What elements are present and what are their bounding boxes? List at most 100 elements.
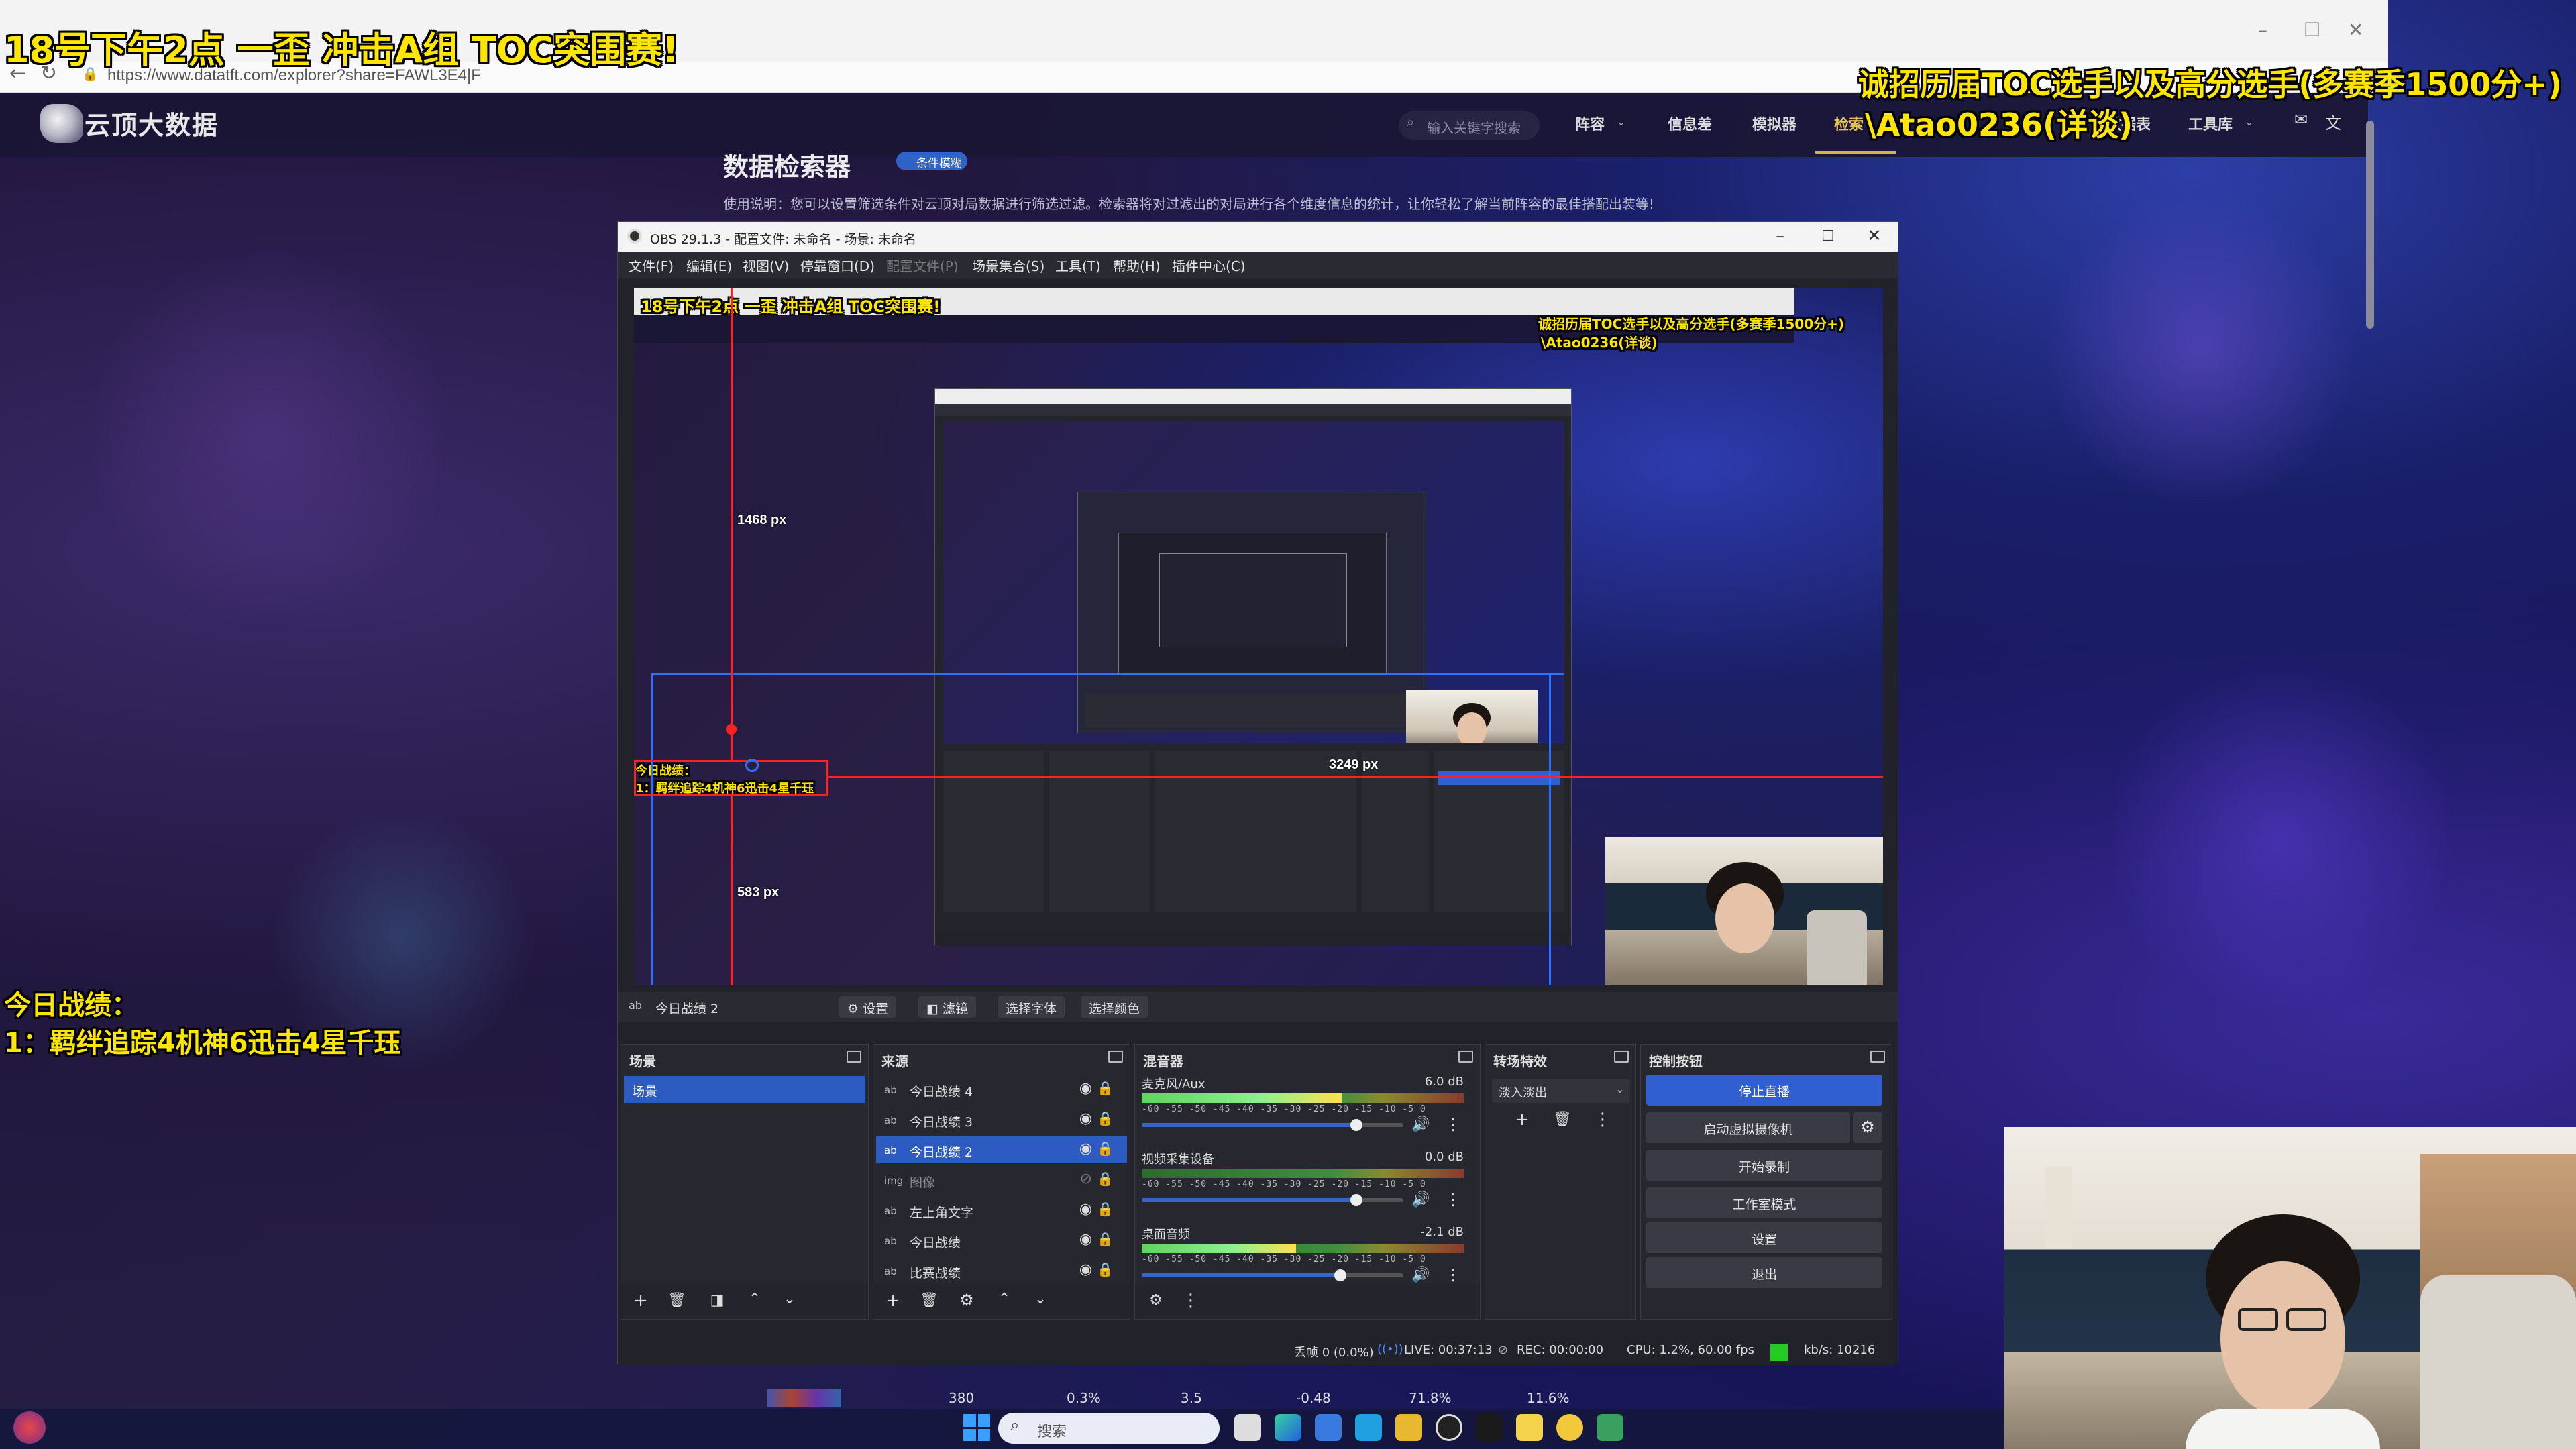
taskbar-app-icon[interactable]: [1355, 1414, 1382, 1441]
taskbar-search[interactable]: 搜索: [998, 1413, 1220, 1444]
nav-item-search[interactable]: 检索: [1834, 113, 1864, 134]
volume-slider-knob[interactable]: [1350, 1194, 1362, 1206]
lock-icon[interactable]: 🔒: [1097, 1110, 1114, 1126]
menu-file[interactable]: 文件(F): [629, 256, 674, 275]
start-recording-button[interactable]: 开始录制: [1646, 1150, 1882, 1181]
move-down-icon[interactable]: ⌄: [778, 1291, 801, 1312]
source-item[interactable]: ab 今日战绩 3 ◉ 🔒: [876, 1106, 1127, 1133]
nav-item-lineup[interactable]: 阵容: [1575, 113, 1605, 134]
weather-icon[interactable]: [13, 1411, 46, 1444]
fuzzy-toggle[interactable]: 条件模糊: [896, 152, 967, 170]
undock-icon[interactable]: [1108, 1051, 1123, 1063]
maximize-icon[interactable]: ☐: [2304, 19, 2320, 41]
obs-minimize-icon[interactable]: –: [1776, 226, 1784, 246]
taskbar-app-icon[interactable]: [1234, 1414, 1261, 1441]
taskbar-app-icon[interactable]: [1315, 1414, 1342, 1441]
menu-edit[interactable]: 编辑(E): [686, 256, 732, 275]
folder-icon[interactable]: [1395, 1414, 1422, 1441]
undock-icon[interactable]: [1458, 1051, 1473, 1063]
scene-item[interactable]: 场景: [624, 1076, 865, 1103]
add-icon[interactable]: +: [881, 1291, 904, 1312]
add-icon[interactable]: +: [629, 1291, 652, 1312]
site-search-input[interactable]: 输入关键字搜索: [1399, 111, 1540, 140]
volume-slider-knob[interactable]: [1334, 1269, 1346, 1281]
edge-icon[interactable]: [1275, 1414, 1301, 1441]
nav-item-info[interactable]: 信息差: [1668, 113, 1712, 134]
taskbar-app-icon[interactable]: [1476, 1414, 1503, 1441]
add-icon[interactable]: +: [1511, 1110, 1534, 1131]
exit-button[interactable]: 退出: [1646, 1257, 1882, 1288]
source-item-selected[interactable]: ab 今日战绩 2 ◉ 🔒: [876, 1136, 1127, 1163]
menu-tools[interactable]: 工具(T): [1055, 256, 1101, 275]
eye-icon[interactable]: ◉: [1079, 1080, 1092, 1097]
gear-icon[interactable]: ⚙: [1853, 1112, 1882, 1143]
undock-icon[interactable]: [847, 1051, 861, 1063]
page-scrollbar[interactable]: [2366, 121, 2374, 329]
volume-slider-knob[interactable]: [1350, 1119, 1362, 1131]
menu-help[interactable]: 帮助(H): [1113, 256, 1161, 275]
speaker-icon[interactable]: 🔊: [1411, 1191, 1430, 1208]
stop-streaming-button[interactable]: 停止直播: [1646, 1075, 1882, 1106]
move-up-icon[interactable]: ⌃: [993, 1291, 1016, 1312]
lock-icon[interactable]: 🔒: [1097, 1140, 1114, 1157]
mail-icon[interactable]: ✉: [2294, 110, 2308, 129]
undock-icon[interactable]: [1870, 1051, 1885, 1063]
settings-button[interactable]: 设置: [1646, 1222, 1882, 1253]
menu-profile[interactable]: 配置文件(P): [886, 256, 959, 275]
more-options-icon[interactable]: ⋮: [1445, 1265, 1461, 1284]
taskbar-app-icon[interactable]: [1597, 1414, 1623, 1441]
undock-icon[interactable]: [1614, 1051, 1629, 1063]
eye-icon[interactable]: ◉: [1079, 1110, 1092, 1127]
properties-icon[interactable]: ◨: [706, 1292, 729, 1313]
translate-icon[interactable]: 文: [2325, 110, 2341, 133]
eye-icon[interactable]: ◉: [1079, 1201, 1092, 1218]
transition-select[interactable]: 淡入淡出: [1492, 1079, 1630, 1103]
eye-icon[interactable]: ◉: [1079, 1261, 1092, 1278]
menu-plugin-center[interactable]: 插件中心(C): [1172, 256, 1246, 275]
start-virtual-camera-button[interactable]: 启动虚拟摄像机: [1646, 1112, 1850, 1143]
source-item[interactable]: ab 今日战绩 ◉ 🔒: [876, 1227, 1127, 1254]
lock-icon[interactable]: 🔒: [1097, 1080, 1114, 1096]
speaker-icon[interactable]: 🔊: [1411, 1116, 1430, 1133]
more-options-icon[interactable]: ⋮: [1445, 1190, 1461, 1209]
source-item[interactable]: ab 今日战绩 4 ◉ 🔒: [876, 1076, 1127, 1103]
menu-view[interactable]: 视图(V): [743, 256, 789, 275]
studio-mode-button[interactable]: 工作室模式: [1646, 1187, 1882, 1218]
taskbar-app-icon[interactable]: [1516, 1414, 1543, 1441]
taskbar-app-icon[interactable]: [1556, 1414, 1583, 1441]
close-icon[interactable]: ✕: [2348, 19, 2363, 41]
trash-icon[interactable]: 🗑: [1551, 1111, 1574, 1132]
select-font-button[interactable]: 选择字体: [998, 996, 1065, 1018]
trash-icon[interactable]: 🗑: [665, 1292, 688, 1313]
nav-item-simulator[interactable]: 模拟器: [1752, 113, 1796, 134]
obs-close-icon[interactable]: ✕: [1867, 226, 1882, 246]
advanced-audio-icon[interactable]: ⚙: [1144, 1292, 1167, 1313]
eye-icon[interactable]: ◉: [1079, 1140, 1092, 1157]
rotation-indicator[interactable]: [745, 759, 759, 772]
more-options-icon[interactable]: ⋮: [1179, 1291, 1202, 1312]
eye-hidden-icon[interactable]: ⊘: [1080, 1171, 1092, 1187]
lock-icon[interactable]: 🔒: [1097, 1261, 1114, 1277]
gear-icon[interactable]: ⚙: [955, 1291, 978, 1312]
select-color-button[interactable]: 选择颜色: [1081, 996, 1148, 1018]
rotate-handle[interactable]: [726, 724, 737, 735]
move-down-icon[interactable]: ⌄: [1029, 1291, 1052, 1312]
volume-slider[interactable]: [1142, 1273, 1340, 1277]
volume-slider[interactable]: [1142, 1198, 1356, 1202]
minimize-icon[interactable]: –: [2258, 19, 2267, 41]
more-options-icon[interactable]: ⋮: [1591, 1110, 1614, 1131]
speaker-icon[interactable]: 🔊: [1411, 1267, 1430, 1283]
lock-icon[interactable]: 🔒: [1097, 1201, 1114, 1217]
source-filters-button[interactable]: ◧ 滤镜: [918, 996, 977, 1018]
lock-icon[interactable]: 🔒: [1097, 1231, 1114, 1247]
site-name[interactable]: 云顶大数据: [85, 105, 219, 142]
nav-item-tools[interactable]: 工具库: [2188, 113, 2233, 134]
source-item-hidden[interactable]: img 图像 ⊘ 🔒: [876, 1167, 1127, 1193]
eye-icon[interactable]: ◉: [1079, 1231, 1092, 1248]
source-item[interactable]: ab 比赛战绩 ◉ 🔒: [876, 1257, 1127, 1284]
volume-slider[interactable]: [1142, 1123, 1356, 1127]
more-options-icon[interactable]: ⋮: [1445, 1115, 1461, 1134]
source-settings-button[interactable]: ⚙ 设置: [839, 996, 897, 1018]
trash-icon[interactable]: 🗑: [918, 1292, 941, 1313]
source-item[interactable]: ab 左上角文字 ◉ 🔒: [876, 1197, 1127, 1224]
